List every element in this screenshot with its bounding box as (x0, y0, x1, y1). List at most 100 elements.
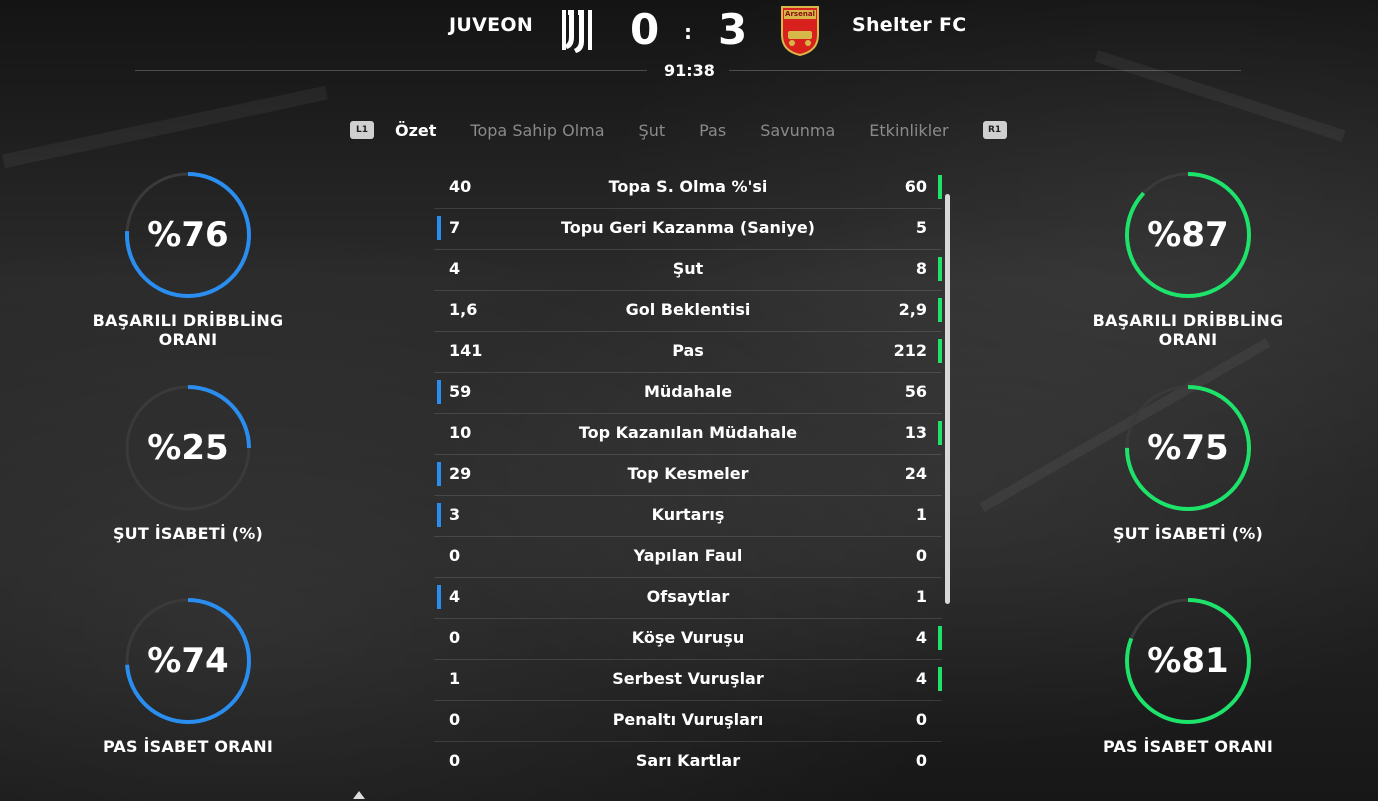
table-row: 0 Yapılan Faul 0 (434, 537, 942, 578)
stat-label: ŞUT İSABETİ (%) (1112, 524, 1264, 543)
away-pass-accuracy-stat: %81 PAS İSABET ORANI (1063, 597, 1313, 756)
table-row: 3 Kurtarış 1 (434, 496, 942, 537)
away-value: 1 (915, 587, 927, 606)
away-value: 4 (915, 669, 927, 688)
r1-button-icon[interactable]: R1 (982, 121, 1007, 139)
stat-name: Sarı Kartlar (635, 751, 741, 770)
home-pass-accuracy-stat: %74 PAS İSABET ORANI (63, 597, 313, 756)
home-value: 10 (449, 423, 472, 442)
home-value: 0 (449, 751, 461, 770)
away-value: 5 (915, 218, 927, 237)
stat-value: %74 (147, 641, 229, 681)
table-row: 0 Sarı Kartlar 0 (434, 742, 942, 782)
home-value: 40 (449, 177, 472, 196)
away-score: 3 (718, 5, 748, 54)
stat-label: ŞUT İSABETİ (%) (112, 524, 264, 543)
stat-label: BAŞARILI DRİBBLİNG ORANI (1092, 311, 1284, 349)
home-value: 0 (449, 628, 461, 647)
stat-label: BAŞARILI DRİBBLİNG ORANI (92, 311, 284, 349)
table-row: 10 Top Kazanılan Müdahale 13 (434, 414, 942, 455)
away-leader-bar (938, 339, 942, 363)
tab-sut[interactable]: Şut (639, 121, 666, 140)
stat-name: Top Kazanılan Müdahale (578, 423, 798, 442)
tab-pas[interactable]: Pas (699, 121, 726, 140)
score-separator: : (684, 20, 692, 44)
home-leader-bar (437, 585, 441, 609)
stat-value: %87 (1147, 215, 1229, 255)
home-shot-accuracy-stat: %25 ŞUT İSABETİ (%) (63, 384, 313, 543)
stat-name: Serbest Vuruşlar (612, 669, 764, 688)
stat-name: Topu Geri Kazanma (Saniye) (561, 218, 815, 237)
away-leader-bar (938, 257, 942, 281)
away-shot-accuracy-stat: %75 ŞUT İSABETİ (%) (1063, 384, 1313, 543)
progress-ring: %25 (124, 384, 252, 512)
table-row: 59 Müdahale 56 (434, 373, 942, 414)
stat-value: %81 (1147, 641, 1229, 681)
away-value: 60 (904, 177, 927, 196)
stat-name: Kurtarış (651, 505, 725, 524)
stat-name: Köşe Vuruşu (631, 628, 745, 647)
home-value: 4 (449, 259, 461, 278)
progress-ring: %76 (124, 171, 252, 299)
progress-ring: %75 (1124, 384, 1252, 512)
divider-line-right (729, 70, 1241, 71)
stat-name: Şut (672, 259, 704, 278)
table-row: 40 Topa S. Olma %'si 60 (434, 168, 942, 209)
tab-topa-sahip-olma[interactable]: Topa Sahip Olma (470, 121, 604, 140)
away-value: 0 (915, 710, 927, 729)
l1-button-icon[interactable]: L1 (350, 121, 374, 139)
tab-ozet[interactable]: Özet (395, 121, 436, 140)
tab-etkinlikler[interactable]: Etkinlikler (869, 121, 948, 140)
divider-line-left (135, 70, 647, 71)
away-value: 0 (915, 751, 927, 770)
away-leader-bar (938, 667, 942, 691)
stat-name: Yapılan Faul (633, 546, 743, 565)
home-value: 29 (449, 464, 472, 483)
home-team-name: JUVEON (449, 14, 534, 36)
table-row: 141 Pas 212 (434, 332, 942, 373)
table-row: 7 Topu Geri Kazanma (Saniye) 5 (434, 209, 942, 250)
away-leader-bar (938, 298, 942, 322)
stats-table[interactable]: 40 Topa S. Olma %'si 60 7 Topu Geri Kazanma… (434, 168, 942, 782)
away-value: 212 (893, 341, 927, 360)
stat-name: Gol Beklentisi (625, 300, 751, 319)
stats-tabs: L1 Özet Topa Sahip Olma Şut Pas Savunma … (350, 116, 1007, 144)
home-leader-bar (437, 503, 441, 527)
away-value: 8 (915, 259, 927, 278)
away-value: 24 (904, 464, 927, 483)
table-row: 0 Penaltı Vuruşları 0 (434, 701, 942, 742)
home-leader-bar (437, 216, 441, 240)
home-value: 0 (449, 710, 461, 729)
table-row: 1 Serbest Vuruşlar 4 (434, 660, 942, 701)
table-row: 29 Top Kesmeler 24 (434, 455, 942, 496)
stat-name: Ofsaytlar (646, 587, 730, 606)
stat-name: Topa S. Olma %'si (608, 177, 768, 196)
table-row: 1,6 Gol Beklentisi 2,9 (434, 291, 942, 332)
away-team-name: Shelter FC (852, 14, 967, 36)
away-leader-bar (938, 175, 942, 199)
stat-value: %75 (1147, 428, 1229, 468)
tab-savunma[interactable]: Savunma (760, 121, 835, 140)
juventus-crest-icon (562, 10, 592, 53)
stat-label: PAS İSABET ORANI (1102, 737, 1274, 756)
table-row: 4 Ofsaytlar 1 (434, 578, 942, 619)
home-value: 4 (449, 587, 461, 606)
stat-value: %76 (147, 215, 229, 255)
arsenal-crest-icon: Arsenal (778, 5, 822, 57)
background-shape (2, 85, 328, 169)
stat-value: %25 (147, 428, 229, 468)
table-scrollbar[interactable] (945, 194, 950, 604)
home-value: 3 (449, 505, 461, 524)
away-dribble-stat: %87 BAŞARILI DRİBBLİNG ORANI (1063, 171, 1313, 349)
stat-name: Penaltı Vuruşları (612, 710, 764, 729)
table-row: 0 Köşe Vuruşu 4 (434, 619, 942, 660)
progress-ring: %74 (124, 597, 252, 725)
progress-ring: %81 (1124, 597, 1252, 725)
home-value: 1 (449, 669, 461, 688)
arsenal-crest-text: Arsenal (785, 10, 815, 18)
stat-name: Top Kesmeler (627, 464, 749, 483)
home-value: 59 (449, 382, 472, 401)
home-leader-bar (437, 462, 441, 486)
away-value: 56 (904, 382, 927, 401)
away-value: 1 (915, 505, 927, 524)
